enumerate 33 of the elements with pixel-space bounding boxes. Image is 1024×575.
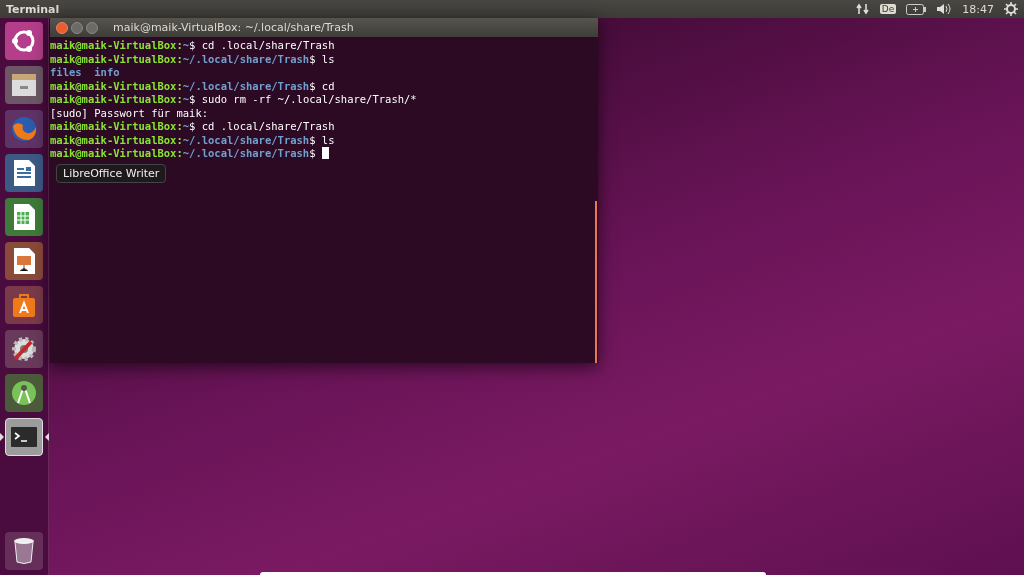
document-icon[interactable] [5,154,43,192]
app-title: Terminal [6,2,60,16]
terminal-line: maik@maik-VirtualBox:~/.local/share/Trash$ [50,147,329,161]
terminal-line: maik@maik-VirtualBox:~$ cd .local/share/Trash [50,39,335,53]
battery-icon[interactable] [906,3,927,15]
keyboard-indicator[interactable]: De [879,4,897,14]
power-icon[interactable] [1004,2,1018,16]
clock[interactable]: 18:47 [962,2,994,16]
terminal-line: maik@maik-VirtualBox:~$ cd .local/share/Trash [50,120,335,134]
compass-icon[interactable] [5,374,43,412]
terminal-line: maik@maik-VirtualBox:~/.local/share/Trash$ ls [50,133,335,147]
shopping-bag-icon[interactable] [5,286,43,324]
scrollbar[interactable] [595,201,597,363]
minimize-button[interactable] [71,21,83,34]
terminal-line: files info [50,66,120,80]
presentation-icon[interactable] [5,242,43,280]
terminal-icon[interactable] [5,418,43,456]
network-icon[interactable] [855,3,870,15]
close-button[interactable] [56,21,68,34]
terminal-line: maik@maik-VirtualBox:~/.local/share/Trash$ cd [50,79,335,93]
maximize-button[interactable] [86,21,98,34]
gear-wrench-icon[interactable] [5,330,43,368]
file-cabinet-icon[interactable] [5,66,43,104]
window-title: maik@maik-VirtualBox: ~/.local/share/Trash [113,21,354,34]
ubuntu-logo-icon[interactable] [5,22,43,60]
spreadsheet-icon[interactable] [5,198,43,236]
tooltip: LibreOffice Writer [56,164,167,183]
terminal-line: [sudo] Passwort für maik: [50,106,209,120]
terminal-line: maik@maik-VirtualBox:~$ sudo rm -rf ~/.local/share/Trash/* [50,93,417,107]
fox-globe-icon[interactable] [5,110,43,148]
terminal-line: maik@maik-VirtualBox:~/.local/share/Trash$ ls [50,52,335,66]
volume-icon[interactable] [936,3,953,15]
trash-can-icon[interactable] [5,532,43,570]
